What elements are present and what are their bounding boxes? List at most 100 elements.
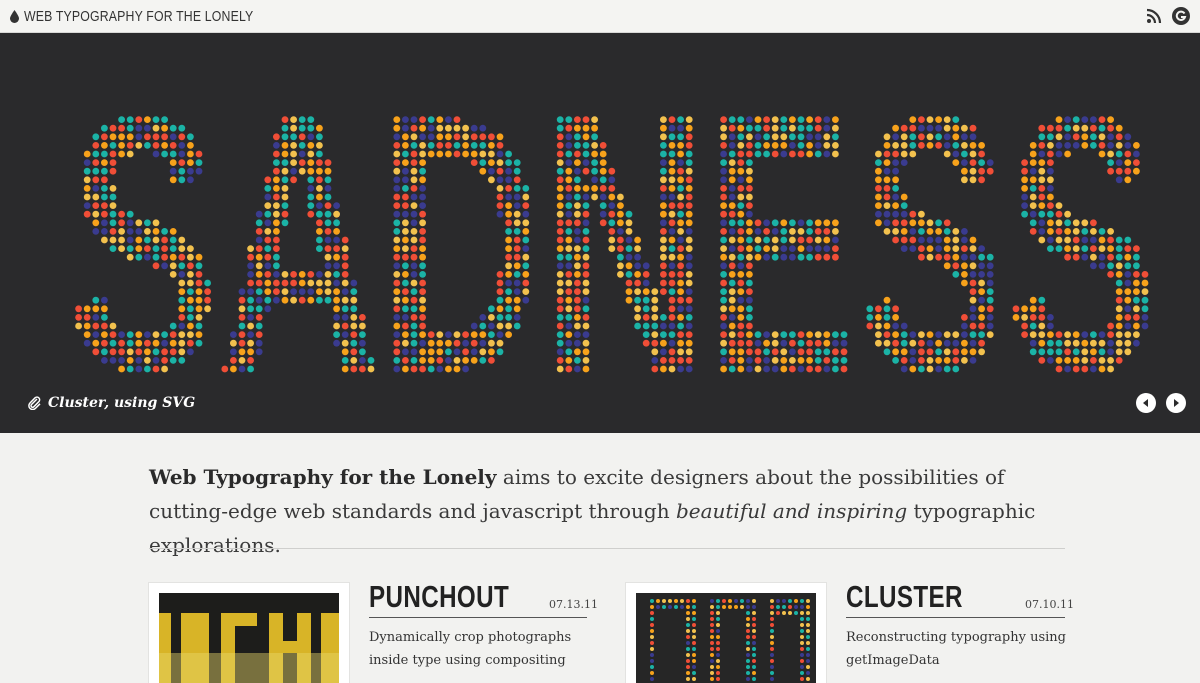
- letter-dot: [161, 339, 169, 347]
- google-plus-icon[interactable]: [1172, 7, 1190, 25]
- letter-dot: [763, 357, 770, 364]
- letter-dot: [685, 245, 693, 253]
- letter-dot: [393, 159, 401, 166]
- letter-dot: [677, 288, 684, 295]
- post-title-cluster[interactable]: CLUSTER: [846, 579, 963, 615]
- letter-dot: [651, 339, 659, 347]
- thumbnail-dot: [692, 605, 696, 609]
- letter-dot: [264, 288, 272, 295]
- letter-dot: [109, 228, 117, 235]
- letter-dot: [591, 142, 598, 149]
- letter-dot: [255, 253, 263, 261]
- letter-dot: [771, 348, 779, 356]
- site-brand[interactable]: WEB TYPOGRAPHY FOR THE LONELY: [10, 8, 304, 25]
- letter-dot: [410, 219, 418, 227]
- letter-dot: [264, 210, 272, 218]
- letter-dot: [247, 262, 255, 270]
- letter-dot: [1124, 271, 1132, 278]
- letter-dot: [419, 167, 426, 175]
- letter-dot: [359, 365, 366, 373]
- letter-dot: [427, 331, 435, 338]
- letter-dot: [978, 142, 985, 149]
- letter-dot: [522, 288, 530, 295]
- letter-dot: [668, 193, 676, 201]
- post-thumbnail-punchout[interactable]: [149, 583, 349, 683]
- letter-dot: [255, 288, 263, 295]
- letter-dot: [187, 331, 194, 338]
- letter-dot: [144, 219, 151, 227]
- letter-dot: [918, 245, 925, 253]
- letter-dot: [797, 228, 805, 235]
- letter-dot: [273, 228, 280, 235]
- letter-dot: [118, 228, 125, 235]
- letter-dot: [83, 193, 91, 201]
- letter-dot: [1107, 253, 1114, 261]
- letter-dot: [316, 202, 323, 210]
- letter-dot: [1029, 296, 1037, 304]
- letter-dot: [591, 150, 598, 158]
- letter-dot: [556, 133, 564, 141]
- letter-dot: [1133, 245, 1140, 253]
- letter-dot: [135, 124, 143, 132]
- thumbnail-dot: [692, 653, 696, 657]
- letter-dot: [746, 262, 753, 270]
- thumbnail-dot: [776, 611, 780, 615]
- letter-dot: [169, 271, 177, 278]
- letter-dot: [298, 279, 306, 287]
- letter-dot: [728, 142, 736, 149]
- letter-dot: [823, 116, 831, 123]
- letter-dot: [1072, 339, 1080, 347]
- next-slide-button[interactable]: [1166, 393, 1186, 413]
- letter-dot: [307, 210, 315, 218]
- letter-dot: [1115, 288, 1123, 295]
- rss-icon[interactable]: [1146, 8, 1162, 24]
- letter-dot: [720, 314, 727, 321]
- letter-dot: [1072, 245, 1080, 253]
- letter-dot: [1081, 245, 1089, 253]
- post-thumbnail-cluster[interactable]: [626, 583, 826, 683]
- letter-dot: [574, 271, 581, 278]
- thumbnail-dot: [710, 611, 714, 615]
- letter-dot: [101, 210, 108, 218]
- letter-dot: [677, 322, 684, 330]
- letter-dot: [814, 124, 822, 132]
- letter-dot: [565, 296, 573, 304]
- letter-dot: [737, 314, 745, 321]
- letter-dot: [574, 228, 581, 235]
- letter-dot: [943, 348, 951, 356]
- letter-dot: [1064, 228, 1071, 235]
- letter-dot: [402, 245, 409, 253]
- letter-dot: [935, 236, 942, 244]
- letter-dot: [771, 236, 779, 244]
- letter-dot: [1081, 228, 1089, 235]
- letter-dot: [556, 167, 564, 175]
- letter-dot: [574, 365, 581, 373]
- letter-dot: [935, 219, 942, 227]
- previous-slide-button[interactable]: [1136, 393, 1156, 413]
- hero-caption[interactable]: Cluster, using SVG: [28, 395, 195, 411]
- letter-dot: [273, 150, 280, 158]
- letter-dot: [668, 331, 676, 338]
- letter-dot: [677, 219, 684, 227]
- letter-dot: [238, 296, 246, 304]
- thumbnail-dot: [752, 635, 756, 639]
- letter-dot: [1115, 357, 1123, 364]
- letter-dot: [1064, 339, 1071, 347]
- letter-dot: [565, 150, 573, 158]
- letter-dot: [978, 305, 985, 313]
- letter-dot: [582, 228, 590, 235]
- post-title-punchout[interactable]: PUNCHOUT: [369, 579, 509, 615]
- thumbnail-dot: [800, 635, 804, 639]
- letter-dot: [333, 262, 340, 270]
- thumbnail-dot: [800, 605, 804, 609]
- letter-dot: [1081, 133, 1089, 141]
- letter-dot: [935, 228, 942, 235]
- letter-dot: [1038, 167, 1046, 175]
- thumbnail-dot: [716, 647, 720, 651]
- thumbnail-dot: [692, 677, 696, 681]
- letter-dot: [660, 116, 667, 123]
- letter-dot: [789, 253, 796, 261]
- letter-dot: [1081, 339, 1089, 347]
- letter-dot: [402, 116, 409, 123]
- thumbnail-dot: [686, 623, 690, 627]
